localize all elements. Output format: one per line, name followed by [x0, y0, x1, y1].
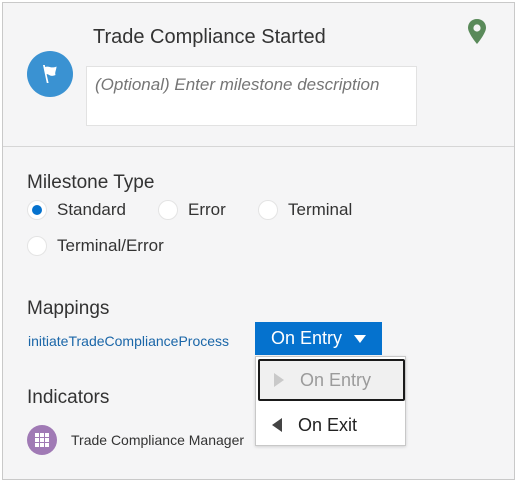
- dropdown-selected-label: On Entry: [270, 328, 343, 348]
- mappings-label: Mappings: [27, 298, 110, 319]
- grid-icon: [35, 433, 49, 447]
- radio-terminal-error[interactable]: Terminal/Error: [27, 236, 164, 256]
- milestone-type-label: Milestone Type: [27, 172, 155, 193]
- triangle-right-icon: [274, 373, 284, 387]
- radio-terminal-label: Terminal: [288, 200, 353, 219]
- indicator-item[interactable]: Trade Compliance Manager: [27, 425, 253, 455]
- radio-error-label: Error: [188, 200, 226, 219]
- location-pin-icon[interactable]: [467, 19, 487, 45]
- triangle-left-icon: [272, 418, 282, 432]
- radio-standard-label: Standard: [57, 200, 126, 219]
- flag-icon: [43, 65, 57, 83]
- milestone-title: Trade Compliance Started: [93, 26, 326, 48]
- menu-item-on-entry[interactable]: On Entry: [258, 359, 405, 401]
- radio-selected-dot: [32, 205, 42, 215]
- radio-standard[interactable]: Standard: [27, 200, 126, 220]
- radio-error-circle[interactable]: [158, 200, 178, 220]
- radio-error[interactable]: Error: [158, 200, 226, 220]
- milestone-avatar: [27, 51, 73, 97]
- radio-terminal-circle[interactable]: [258, 200, 278, 220]
- radio-standard-circle[interactable]: [27, 200, 47, 220]
- mapping-process-link[interactable]: initiateTradeComplianceProcess: [28, 333, 229, 349]
- radio-terminal[interactable]: Terminal: [258, 200, 352, 220]
- caret-down-icon: [354, 334, 367, 343]
- indicators-label: Indicators: [27, 387, 110, 408]
- milestone-properties-panel: Trade Compliance Started Milestone Type …: [2, 2, 515, 480]
- menu-item-on-exit-label: On Exit: [298, 414, 358, 435]
- menu-item-on-entry-label: On Entry: [300, 369, 372, 390]
- mapping-trigger-menu: On Entry On Exit: [255, 356, 406, 446]
- menu-item-on-exit[interactable]: On Exit: [256, 405, 405, 445]
- milestone-description-input[interactable]: [86, 66, 417, 126]
- milestone-header: Trade Compliance Started: [3, 3, 514, 147]
- radio-terminal-error-label: Terminal/Error: [57, 236, 164, 255]
- indicator-badge: [27, 425, 57, 455]
- radio-terminal-error-circle[interactable]: [27, 236, 47, 256]
- mapping-trigger-dropdown[interactable]: On Entry: [255, 322, 382, 355]
- indicator-label: Trade Compliance Manager: [71, 432, 245, 448]
